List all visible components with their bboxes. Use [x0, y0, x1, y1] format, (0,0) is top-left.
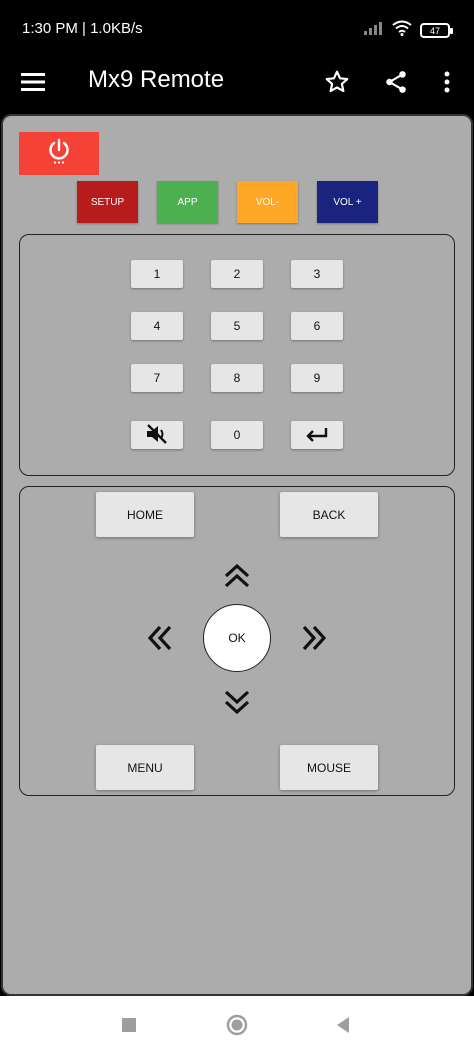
mouse-button[interactable]: MOUSE	[280, 745, 378, 790]
key-2[interactable]: 2	[211, 260, 263, 288]
enter-button[interactable]	[291, 421, 343, 449]
more-vert-icon[interactable]	[431, 66, 463, 98]
up-arrow-icon[interactable]	[221, 560, 253, 592]
app-title: Mx9 Remote	[88, 66, 225, 93]
app-bar: Mx9 Remote	[0, 58, 474, 112]
menu-button[interactable]: MENU	[96, 745, 194, 790]
ok-button[interactable]: OK	[203, 604, 271, 672]
setup-button[interactable]: SETUP	[77, 181, 138, 223]
vol-down-button[interactable]: VOL-	[237, 181, 298, 223]
power-icon	[47, 138, 71, 169]
home-button[interactable]: HOME	[96, 492, 194, 537]
status-icons: 47	[364, 20, 453, 41]
down-arrow-icon[interactable]	[221, 686, 253, 718]
vol-up-button[interactable]: VOL +	[317, 181, 378, 223]
key-0[interactable]: 0	[211, 421, 263, 449]
status-time-speed: 1:30 PM | 1.0KB/s	[22, 20, 143, 37]
share-icon[interactable]	[380, 66, 412, 98]
back-nav-icon[interactable]	[332, 1014, 354, 1036]
status-bar: 1:30 PM | 1.0KB/s 47	[0, 0, 474, 58]
star-icon[interactable]	[321, 66, 353, 98]
key-5[interactable]: 5	[211, 312, 263, 340]
mute-button[interactable]	[131, 421, 183, 449]
right-arrow-icon[interactable]	[298, 622, 330, 654]
home-nav-icon[interactable]	[226, 1014, 248, 1036]
key-1[interactable]: 1	[131, 260, 183, 288]
mute-icon	[145, 423, 169, 448]
key-8[interactable]: 8	[211, 364, 263, 392]
recents-icon[interactable]	[118, 1014, 140, 1036]
key-4[interactable]: 4	[131, 312, 183, 340]
left-arrow-icon[interactable]	[144, 622, 176, 654]
wifi-icon	[392, 20, 412, 41]
key-9[interactable]: 9	[291, 364, 343, 392]
key-7[interactable]: 7	[131, 364, 183, 392]
hamburger-icon[interactable]	[18, 66, 50, 98]
back-button[interactable]: BACK	[280, 492, 378, 537]
key-6[interactable]: 6	[291, 312, 343, 340]
system-navigation-bar	[0, 996, 474, 1053]
enter-icon	[304, 426, 330, 445]
signal-icon	[364, 21, 384, 40]
battery-icon: 47	[420, 23, 453, 38]
power-button[interactable]	[19, 132, 99, 175]
app-button[interactable]: APP	[157, 181, 218, 223]
key-3[interactable]: 3	[291, 260, 343, 288]
